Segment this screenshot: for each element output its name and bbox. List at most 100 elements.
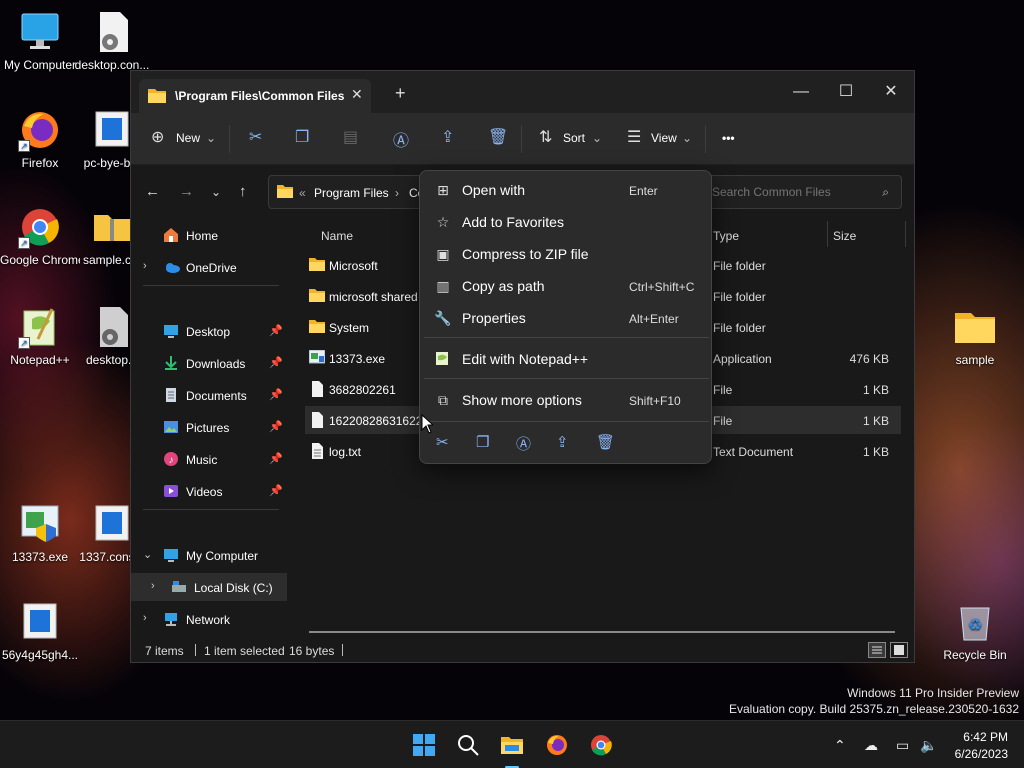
copy-icon[interactable]: ❐ [476, 433, 489, 451]
menu-item-edit-notepadpp[interactable]: Edit with Notepad++ [424, 344, 709, 374]
chevron-down-icon: ⌄ [682, 131, 693, 145]
forward-arrow-icon[interactable]: → [179, 183, 194, 200]
maximize-button[interactable]: ☐ [823, 77, 869, 107]
large-icons-view-button[interactable] [890, 642, 908, 658]
desktop-icon-sample-folder[interactable]: sample [935, 305, 1015, 367]
desktop-icon-13373-exe[interactable]: 13373.exe [0, 502, 80, 564]
desktop-icon-notepadpp[interactable]: ↗ Notepad++ [0, 305, 80, 367]
copy-icon[interactable]: ❐ [295, 127, 309, 147]
menu-item-open-with[interactable]: ⊞ Open with Enter [424, 175, 709, 205]
cut-icon[interactable]: ✂ [436, 433, 449, 451]
volume-icon[interactable]: 🔈 [920, 737, 937, 754]
sort-button[interactable]: Sort [563, 131, 585, 145]
details-view-button[interactable] [868, 642, 886, 658]
up-arrow-icon[interactable]: ↑ [239, 183, 247, 200]
nav-item-videos[interactable]: Videos 📌 [131, 477, 287, 505]
rename-icon[interactable]: Ⓐ [516, 433, 531, 454]
view-icon: ☰ [627, 129, 642, 146]
nav-item-home[interactable]: Home [131, 221, 287, 249]
desktop-icon-firefox[interactable]: ↗ Firefox [0, 108, 80, 170]
nav-item-downloads[interactable]: Downloads 📌 [131, 349, 287, 377]
menu-item-copy-as-path[interactable]: ▥ Copy as path Ctrl+Shift+C [424, 271, 709, 301]
paste-icon[interactable]: ▤ [343, 127, 358, 147]
pin-icon[interactable]: 📌 [269, 324, 283, 337]
share-icon[interactable]: ⇪ [556, 433, 569, 451]
network-status-icon[interactable]: ▭ [896, 737, 909, 754]
delete-icon[interactable]: 🗑 [488, 127, 508, 147]
menu-item-compress-zip[interactable]: ▣ Compress to ZIP file [424, 239, 709, 269]
system-clock[interactable]: 6:42 PM 6/26/2023 [955, 729, 1008, 763]
close-button[interactable]: ✕ [868, 77, 914, 107]
share-icon[interactable]: ⇪ [441, 127, 454, 147]
chevron-up-icon[interactable]: ⌃ [834, 737, 846, 754]
tab-close-icon[interactable]: ✕ [351, 86, 363, 103]
rename-icon[interactable]: Ⓐ [393, 127, 409, 151]
drive-icon [171, 579, 187, 595]
nav-item-local-disk[interactable]: › Local Disk (C:) [131, 573, 287, 601]
new-tab-button[interactable]: + [395, 83, 406, 104]
delete-icon[interactable]: 🗑 [596, 433, 615, 451]
chevron-right-icon[interactable]: › [151, 580, 155, 592]
pin-icon[interactable]: 📌 [269, 452, 283, 465]
chevron-right-icon[interactable]: › [143, 260, 147, 272]
search-box[interactable]: ⌕ [701, 175, 902, 209]
column-header-type[interactable]: Type [713, 229, 739, 243]
download-icon [163, 355, 179, 371]
toolbar-divider [229, 125, 230, 153]
firefox-icon[interactable] [545, 733, 569, 757]
status-selected-size: 16 bytes [289, 644, 335, 658]
menu-item-show-more-options[interactable]: ⧉ Show more options Shift+F10 [424, 385, 709, 415]
nav-item-documents[interactable]: Documents 📌 [131, 381, 287, 409]
menu-divider [424, 378, 709, 379]
tab-common-files[interactable]: \Program Files\Common Files ✕ [139, 79, 371, 113]
pin-icon[interactable]: 📌 [269, 356, 283, 369]
nav-item-desktop[interactable]: Desktop 📌 [131, 317, 287, 345]
nav-item-music[interactable]: ♪ Music 📌 [131, 445, 287, 473]
star-icon: ☆ [436, 214, 450, 230]
desktop-icon-desktop-config[interactable]: desktop.con... [72, 10, 152, 72]
breadcrumb-overflow[interactable]: « [299, 186, 306, 200]
column-divider[interactable] [827, 221, 828, 247]
menu-item-add-to-favorites[interactable]: ☆ Add to Favorites [424, 207, 709, 237]
column-header-size[interactable]: Size [833, 229, 856, 243]
pin-icon[interactable]: 📌 [269, 420, 283, 433]
horizontal-scrollbar[interactable] [309, 631, 895, 633]
search-input[interactable] [712, 185, 872, 199]
desktop-icon-recycle-bin[interactable]: ♻ Recycle Bin [935, 600, 1015, 662]
chevron-down-icon[interactable]: ⌄ [143, 548, 152, 561]
music-icon: ♪ [163, 451, 179, 467]
file-explorer-taskbar-icon[interactable] [500, 733, 524, 757]
breadcrumb-program-files[interactable]: Program Files [314, 186, 389, 200]
chrome-icon[interactable] [589, 733, 613, 757]
clock-date: 6/26/2023 [954, 747, 1008, 761]
new-button[interactable]: New [176, 131, 200, 145]
desktop-icon-my-computer[interactable]: My Computer [0, 10, 80, 72]
recent-locations-chevron-icon[interactable]: ⌄ [211, 185, 221, 199]
view-button[interactable]: View [651, 131, 677, 145]
pin-icon[interactable]: 📌 [269, 484, 283, 497]
desktop-icon-google-chrome[interactable]: ↗ Google Chrome [0, 205, 80, 267]
start-windows-icon[interactable] [412, 733, 436, 757]
back-arrow-icon[interactable]: ← [145, 183, 160, 200]
chrome-icon: ↗ [18, 205, 62, 249]
more-options-button[interactable]: ••• [722, 131, 735, 145]
monitor-icon [18, 10, 62, 54]
nav-item-onedrive[interactable]: › OneDrive [131, 253, 287, 281]
nav-item-pictures[interactable]: Pictures 📌 [131, 413, 287, 441]
search-icon[interactable] [456, 733, 480, 757]
nav-item-network[interactable]: › Network [131, 605, 287, 633]
watermark-line1: Windows 11 Pro Insider Preview [847, 686, 1019, 700]
address-bar[interactable]: « Program Files › Co [268, 175, 428, 209]
cloud-offline-icon[interactable]: ☁ [864, 737, 878, 754]
column-header-name[interactable]: Name [321, 229, 353, 243]
cut-icon[interactable]: ✂ [249, 127, 262, 147]
column-divider[interactable] [905, 221, 906, 247]
minimize-button[interactable]: — [778, 77, 824, 107]
chevron-right-icon[interactable]: › [143, 612, 147, 624]
desktop-icon-56y4g45gh4[interactable]: 56y4g45gh4... [0, 600, 80, 662]
notepadpp-icon [434, 350, 452, 368]
app-window-icon [18, 600, 62, 644]
nav-item-my-computer[interactable]: ⌄ My Computer [131, 541, 287, 569]
pin-icon[interactable]: 📌 [269, 388, 283, 401]
menu-item-properties[interactable]: 🔧 Properties Alt+Enter [424, 303, 709, 333]
